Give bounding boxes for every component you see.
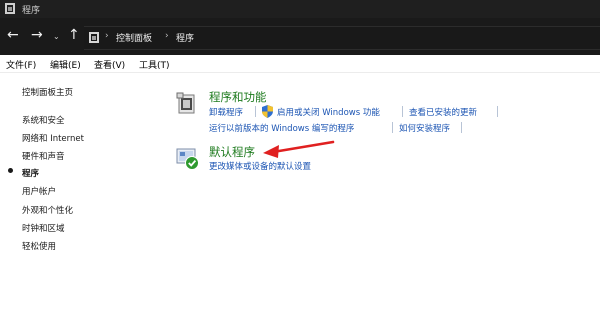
annotation-arrow-icon <box>263 140 335 158</box>
